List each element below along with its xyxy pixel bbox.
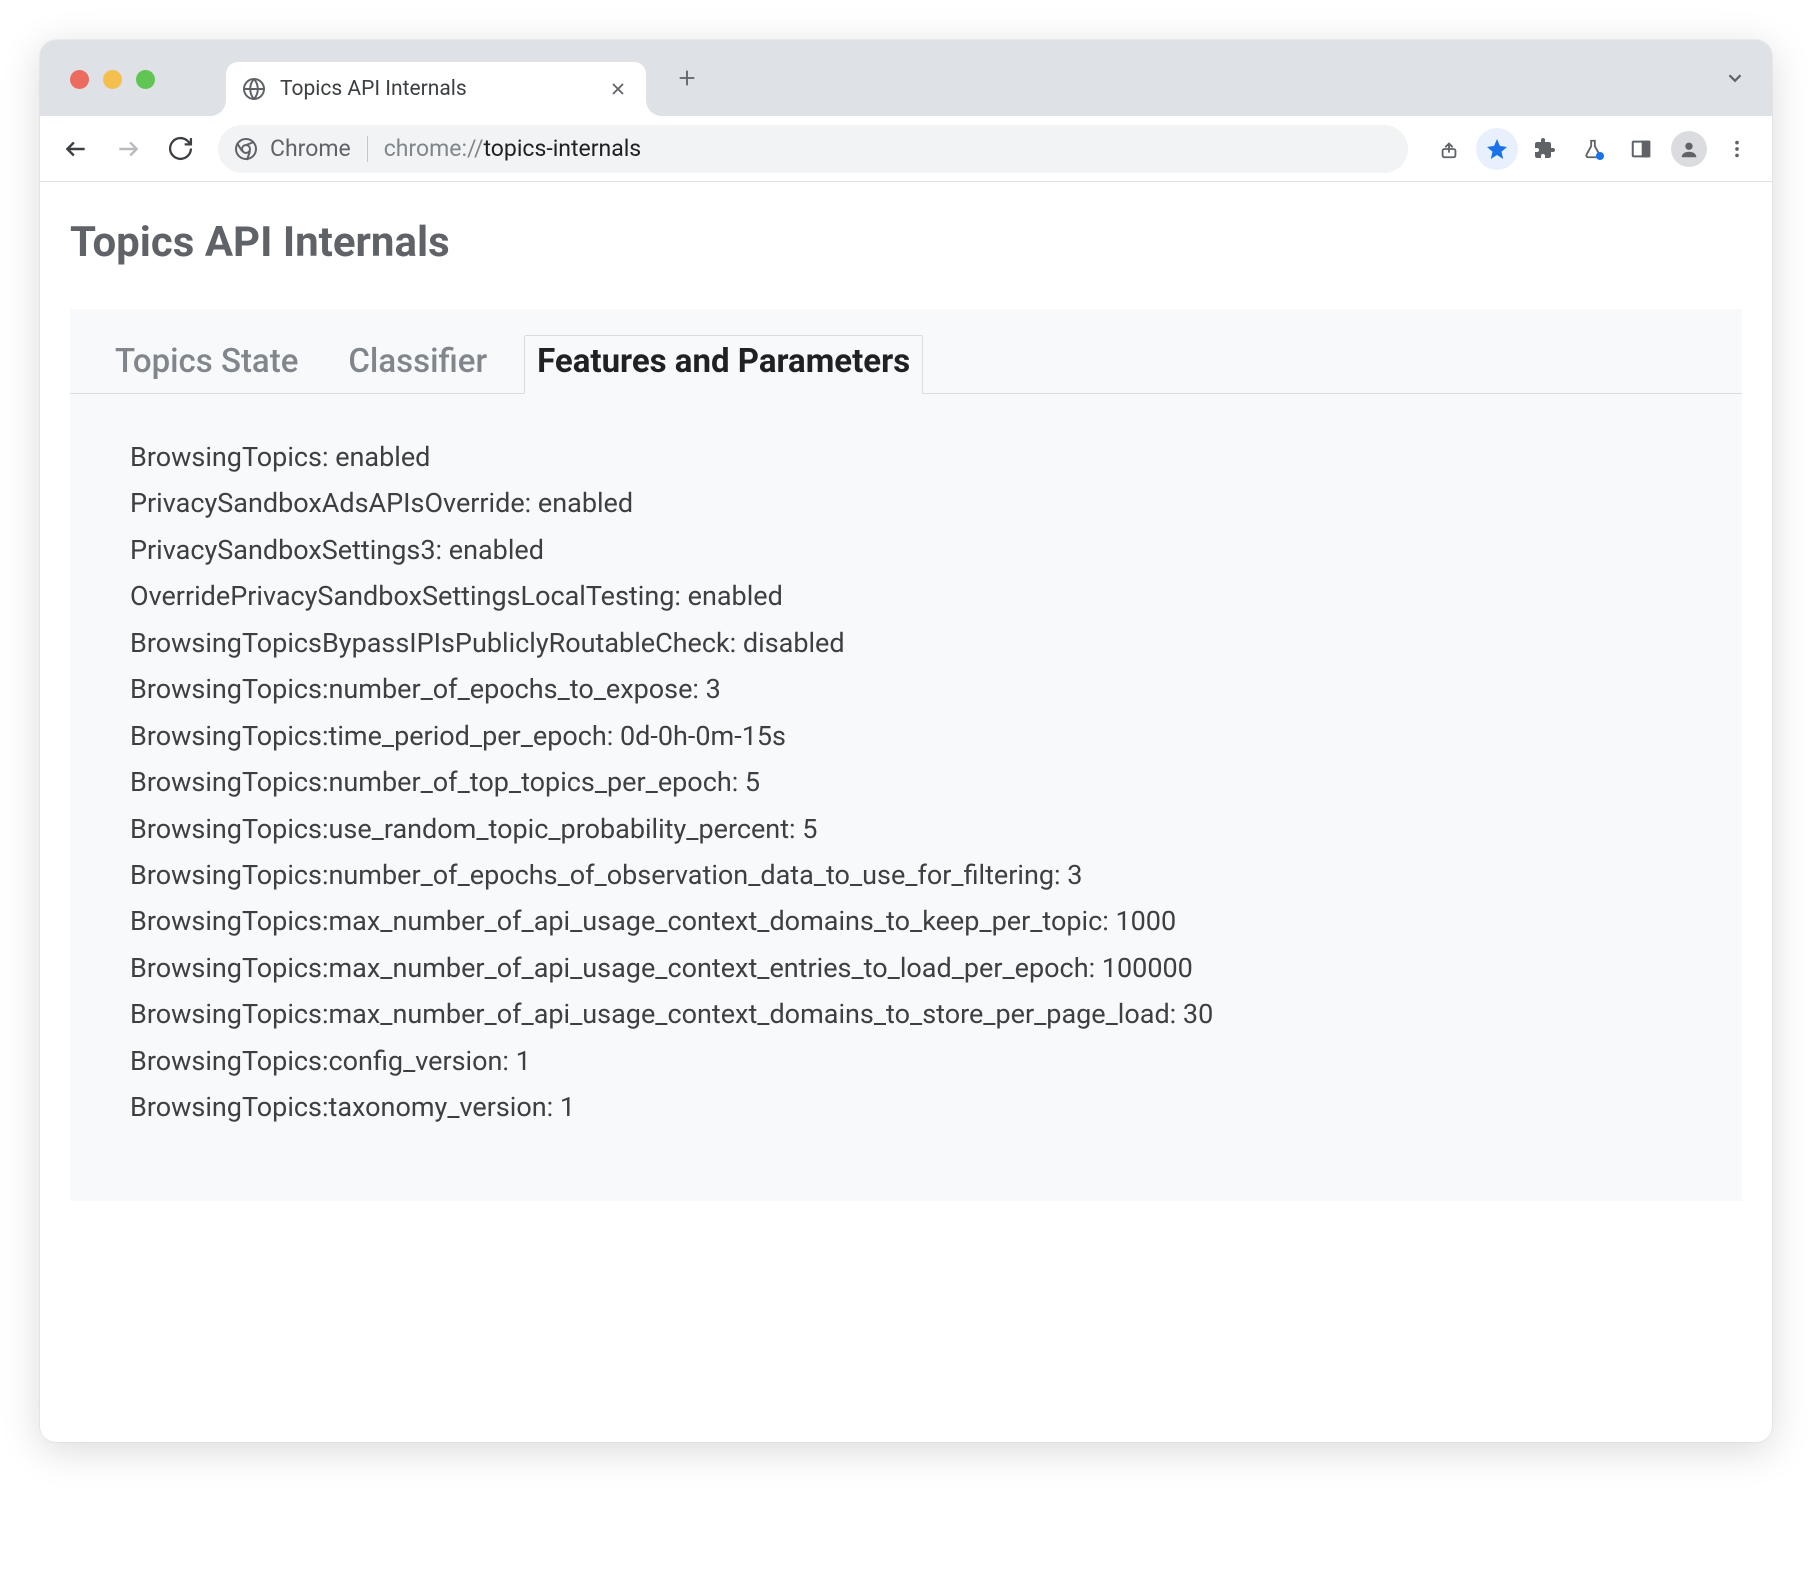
side-panel-button[interactable] bbox=[1620, 128, 1662, 170]
feature-line: BrowsingTopics:max_number_of_api_usage_c… bbox=[130, 898, 1682, 944]
toolbar-actions bbox=[1428, 128, 1758, 170]
feature-line: BrowsingTopics:number_of_epochs_of_obser… bbox=[130, 852, 1682, 898]
url-separator bbox=[367, 136, 368, 162]
feature-line: OverridePrivacySandboxSettingsLocalTesti… bbox=[130, 573, 1682, 619]
toolbar: Chrome chrome://topics-internals bbox=[40, 116, 1772, 182]
feature-line: BrowsingTopics:number_of_epochs_to_expos… bbox=[130, 666, 1682, 712]
profile-button[interactable] bbox=[1668, 128, 1710, 170]
feature-line: BrowsingTopics:taxonomy_version: 1 bbox=[130, 1084, 1682, 1130]
titlebar: Topics API Internals bbox=[40, 40, 1772, 116]
new-tab-button[interactable] bbox=[670, 61, 704, 95]
tabs-row: Topics State Classifier Features and Par… bbox=[70, 309, 1742, 394]
feature-line: BrowsingTopics:max_number_of_api_usage_c… bbox=[130, 991, 1682, 1037]
panel: Topics State Classifier Features and Par… bbox=[70, 309, 1742, 1201]
avatar-icon bbox=[1671, 131, 1707, 167]
window-minimize-button[interactable] bbox=[103, 70, 122, 89]
page-content: Topics API Internals Topics State Classi… bbox=[40, 182, 1772, 1442]
labs-indicator-dot bbox=[1596, 152, 1604, 160]
feature-line: BrowsingTopics:max_number_of_api_usage_c… bbox=[130, 945, 1682, 991]
tab-close-button[interactable] bbox=[606, 77, 630, 101]
address-bar[interactable]: Chrome chrome://topics-internals bbox=[218, 125, 1408, 173]
menu-button[interactable] bbox=[1716, 128, 1758, 170]
tab-features-and-parameters[interactable]: Features and Parameters bbox=[524, 335, 923, 394]
features-list: BrowsingTopics: enabled PrivacySandboxAd… bbox=[70, 394, 1742, 1201]
feature-line: BrowsingTopics:time_period_per_epoch: 0d… bbox=[130, 713, 1682, 759]
url-prefix: Chrome bbox=[270, 135, 351, 162]
reload-button[interactable] bbox=[158, 127, 202, 171]
share-button[interactable] bbox=[1428, 128, 1470, 170]
feature-line: BrowsingTopics:config_version: 1 bbox=[130, 1038, 1682, 1084]
window-controls bbox=[70, 70, 155, 89]
tab-dropdown-button[interactable] bbox=[1716, 59, 1754, 97]
tab-title: Topics API Internals bbox=[280, 77, 592, 101]
labs-button[interactable] bbox=[1572, 128, 1614, 170]
window-maximize-button[interactable] bbox=[136, 70, 155, 89]
browser-window: Topics API Internals Chrome bbox=[40, 40, 1772, 1442]
tab-classifier[interactable]: Classifier bbox=[335, 335, 500, 393]
globe-icon bbox=[242, 77, 266, 101]
feature-line: BrowsingTopics:use_random_topic_probabil… bbox=[130, 806, 1682, 852]
browser-tab[interactable]: Topics API Internals bbox=[226, 62, 646, 116]
back-button[interactable] bbox=[54, 127, 98, 171]
feature-line: BrowsingTopics:number_of_top_topics_per_… bbox=[130, 759, 1682, 805]
chrome-icon bbox=[234, 137, 258, 161]
forward-button[interactable] bbox=[106, 127, 150, 171]
feature-line: PrivacySandboxSettings3: enabled bbox=[130, 527, 1682, 573]
page-title: Topics API Internals bbox=[70, 218, 1742, 267]
feature-line: PrivacySandboxAdsAPIsOverride: enabled bbox=[130, 480, 1682, 526]
window-close-button[interactable] bbox=[70, 70, 89, 89]
feature-line: BrowsingTopicsBypassIPIsPubliclyRoutable… bbox=[130, 620, 1682, 666]
feature-line: BrowsingTopics: enabled bbox=[130, 434, 1682, 480]
extensions-button[interactable] bbox=[1524, 128, 1566, 170]
tab-topics-state[interactable]: Topics State bbox=[102, 335, 311, 393]
url-text: chrome://topics-internals bbox=[384, 135, 641, 162]
bookmark-button[interactable] bbox=[1476, 128, 1518, 170]
